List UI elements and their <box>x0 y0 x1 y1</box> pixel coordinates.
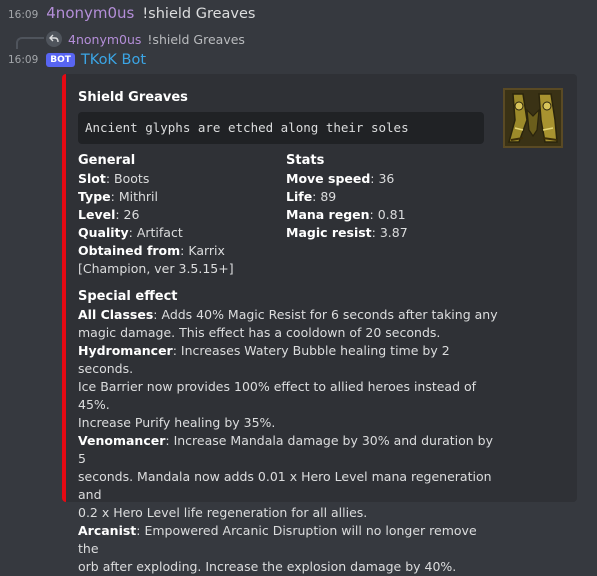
embed-code-block: Ancient glyphs are etched along their so… <box>78 112 484 144</box>
general-field: General Slot: Boots Type: Mithril Level:… <box>78 152 278 278</box>
level-line: Level: 26 <box>78 207 140 222</box>
stats-heading: Stats <box>286 153 325 168</box>
reply-preview[interactable]: 4nonym0us !shield Greaves <box>16 30 245 49</box>
reply-connector <box>16 37 44 49</box>
all-classes-line-2: magic damage. This effect has a cooldown… <box>78 325 441 340</box>
type-line: Type: Mithril <box>78 189 158 204</box>
bot-username[interactable]: TKoK Bot <box>81 52 146 68</box>
embed-card: Shield Greaves Ancient glyphs are etched… <box>62 74 577 574</box>
message-user: 16:09 4nonym0us !shield Greaves <box>8 4 255 24</box>
greaves-item-icon[interactable] <box>503 88 563 148</box>
all-classes-line-1: All Classes: Adds 40% Magic Resist for 6… <box>78 307 498 322</box>
special-effect-field: Special effect All Classes: Adds 40% Mag… <box>78 288 498 576</box>
move-speed-line: Move speed: 36 <box>286 171 395 186</box>
venomancer-line-3: 0.2 x Hero Level life regeneration for a… <box>78 505 368 520</box>
venomancer-line-2: seconds. Mandala now adds 0.01 x Hero Le… <box>78 469 492 502</box>
hydromancer-line-3: Increase Purify healing by 35%. <box>78 415 276 430</box>
hydromancer-line-2: Ice Barrier now provides 100% effect to … <box>78 379 477 412</box>
reply-arrow-icon <box>46 31 62 47</box>
magic-resist-line: Magic resist: 3.87 <box>286 225 408 240</box>
arcanist-line-2: orb after exploding. Increase the explos… <box>78 559 457 574</box>
arcanist-line-1: Arcanist: Empowered Arcanic Disruption w… <box>78 523 477 556</box>
reply-username[interactable]: 4nonym0us <box>68 32 141 47</box>
special-heading: Special effect <box>78 289 178 304</box>
message-bot: 16:09 BOT TKoK Bot <box>8 50 146 70</box>
quality-line: Quality: Artifact <box>78 225 183 240</box>
reply-text: !shield Greaves <box>147 31 245 47</box>
stats-field: Stats Move speed: 36 Life: 89 Mana regen… <box>286 152 486 242</box>
bot-badge: BOT <box>46 53 75 67</box>
general-heading: General <box>78 153 136 168</box>
mana-regen-line: Mana regen: 0.81 <box>286 207 406 222</box>
life-line: Life: 89 <box>286 189 337 204</box>
bot-message-timestamp: 16:09 <box>8 54 39 66</box>
message-timestamp: 16:09 <box>8 9 39 21</box>
venomancer-line-1: Venomancer: Increase Mandala damage by 3… <box>78 433 493 466</box>
obtained-line: Obtained from: Karrix <box>78 243 225 258</box>
hydromancer-line-1: Hydromancer: Increases Watery Bubble hea… <box>78 343 450 376</box>
obtained-line-2: [Champion, ver 3.5.15+] <box>78 261 234 276</box>
message-username[interactable]: 4nonym0us <box>46 4 134 22</box>
embed-title: Shield Greaves <box>78 90 188 105</box>
slot-line: Slot: Boots <box>78 171 150 186</box>
message-text: !shield Greaves <box>142 6 256 22</box>
